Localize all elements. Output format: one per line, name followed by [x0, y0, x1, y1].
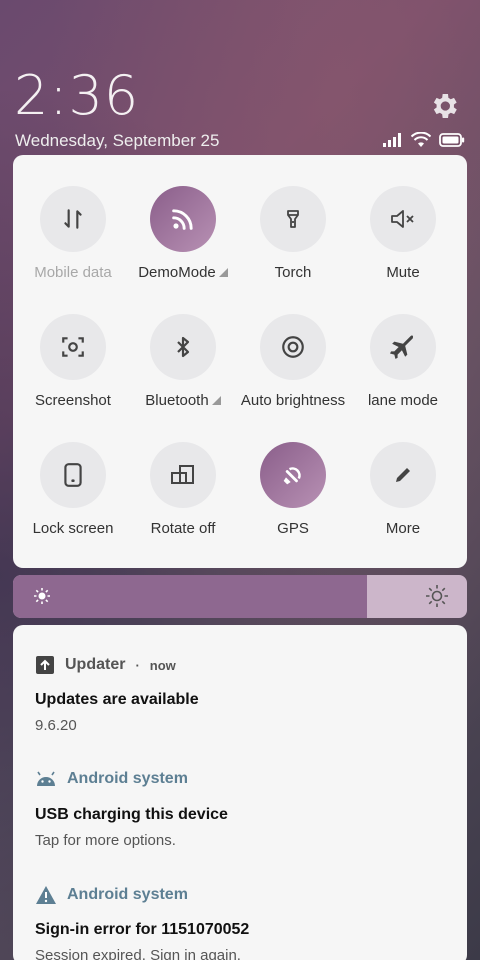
tile-gps[interactable]: GPS [238, 442, 348, 552]
notification-body: 9.6.20 [35, 717, 77, 734]
brightness-low-icon [33, 587, 51, 610]
mobile-data-icon [40, 186, 106, 252]
torch-icon [260, 186, 326, 252]
tile-label: lane mode [367, 392, 439, 409]
lock-screen-icon [40, 442, 106, 508]
notification-header-android-system: Android system [35, 770, 188, 788]
tile-label: Lock screen [32, 520, 114, 537]
expand-caret-icon [218, 268, 228, 277]
tile-label: Screenshot [35, 392, 111, 409]
tile-label: DemoMode [138, 264, 216, 281]
screenshot-icon [40, 314, 106, 380]
mute-icon [370, 186, 436, 252]
tile-auto-brightness[interactable]: Auto brightness [238, 314, 348, 424]
app-name: Updater [65, 656, 126, 673]
rotate-icon [150, 442, 216, 508]
airplane-icon [370, 314, 436, 380]
tile-rotate-off[interactable]: Rotate off [128, 442, 238, 552]
notification-header-android-system: Android system [35, 885, 188, 905]
battery-icon [439, 133, 465, 147]
tile-label: Torch [274, 264, 312, 281]
quick-settings-panel: Mobile data DemoMode Torch Mute Screensh… [13, 155, 467, 568]
app-name: Android system [67, 770, 188, 787]
notification-card[interactable]: Updater · now Updates are available 9.6.… [13, 625, 467, 960]
tile-torch[interactable]: Torch [238, 186, 348, 296]
auto-brightness-icon [260, 314, 326, 380]
bluetooth-icon [150, 314, 216, 380]
tile-more[interactable]: More [348, 442, 458, 552]
gps-icon [260, 442, 326, 508]
notification-title: USB charging this device [35, 806, 228, 823]
status-icons [383, 132, 465, 148]
notification-title: Updates are available [35, 691, 199, 708]
notification-header-updater: Updater · now [35, 655, 176, 675]
brightness-slider[interactable] [13, 575, 467, 618]
clock[interactable]: 2:36 [14, 64, 139, 127]
upload-arrow-icon [36, 656, 54, 674]
wifi-icon [411, 132, 431, 147]
brightness-high-icon [425, 584, 449, 613]
notification-body: Tap for more options. [35, 832, 176, 849]
tile-label: More [385, 520, 421, 537]
tile-label: Mute [386, 264, 420, 281]
notification-title: Sign-in error for 1151070052 [35, 921, 250, 938]
rss-icon [150, 186, 216, 252]
expand-caret-icon [211, 396, 221, 405]
notification-body: Session expired. Sign in again. [35, 947, 241, 960]
tile-label: Auto brightness [240, 392, 346, 409]
tile-label: Rotate off [150, 520, 216, 537]
tile-mute[interactable]: Mute [348, 186, 458, 296]
tile-bluetooth[interactable]: Bluetooth [128, 314, 238, 424]
signal-icon [383, 133, 401, 147]
tile-screenshot[interactable]: Screenshot [18, 314, 128, 424]
tile-mobile-data[interactable]: Mobile data [18, 186, 128, 296]
notification-time: now [149, 657, 176, 673]
settings-gear-icon[interactable] [428, 90, 460, 122]
warning-icon [36, 886, 56, 904]
android-icon [37, 771, 55, 786]
date[interactable]: Wednesday, September 25 [15, 131, 219, 151]
brightness-fill [13, 575, 368, 618]
tile-airplane-mode[interactable]: lane mode [348, 314, 458, 424]
tile-lock-screen[interactable]: Lock screen [18, 442, 128, 552]
tile-label: GPS [277, 520, 309, 537]
tile-demomode[interactable]: DemoMode [128, 186, 238, 296]
app-name: Android system [67, 886, 188, 903]
edit-pencil-icon [370, 442, 436, 508]
tile-label: Mobile data [34, 264, 112, 281]
tile-label: Bluetooth [145, 392, 209, 409]
